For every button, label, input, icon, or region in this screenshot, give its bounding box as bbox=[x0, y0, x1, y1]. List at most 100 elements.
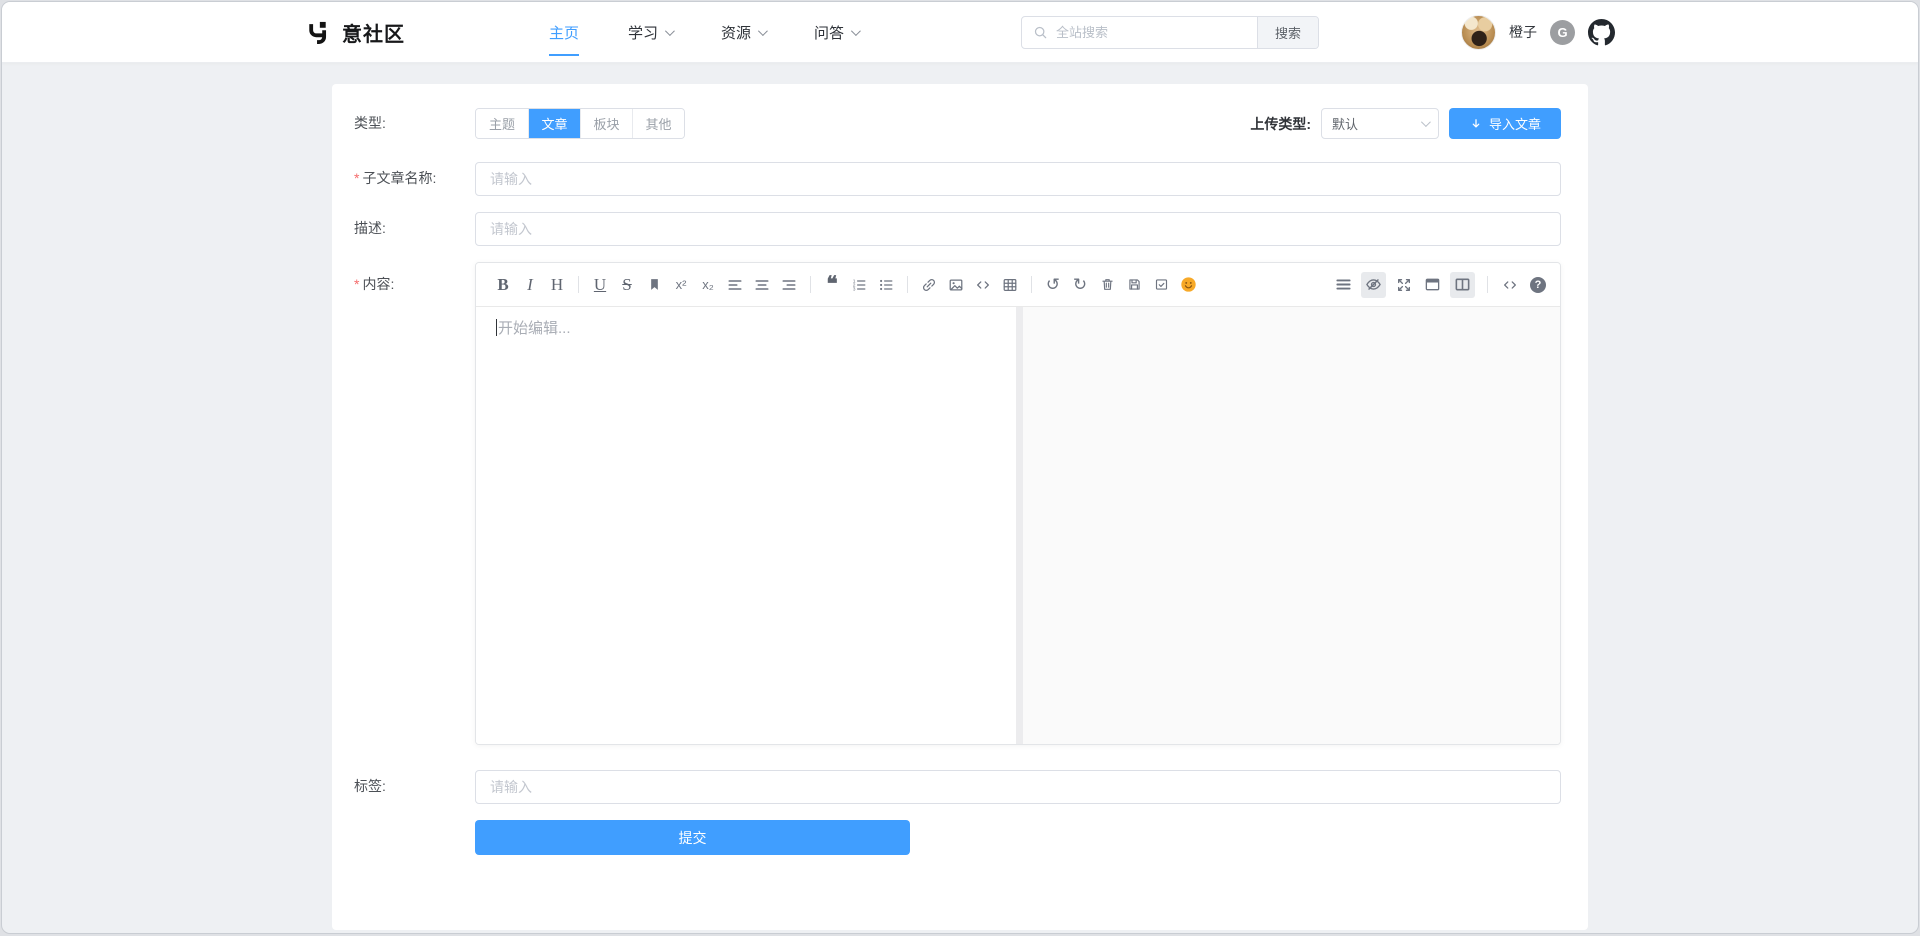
download-icon bbox=[1469, 117, 1483, 131]
description-row: 描述: bbox=[354, 212, 1561, 246]
editor-input-pane[interactable]: 开始编辑... bbox=[476, 307, 1016, 744]
type-label: 类型: bbox=[354, 107, 475, 140]
nav-item-learn[interactable]: 学习 bbox=[628, 2, 672, 62]
ordered-list-icon[interactable]: 123 bbox=[849, 272, 869, 298]
fullscreen-icon[interactable] bbox=[1394, 272, 1414, 298]
type-row: 类型: 主题 文章 板块 其他 上传类型: 默认 导入文章 bbox=[354, 107, 1561, 140]
svg-text:3: 3 bbox=[853, 286, 856, 292]
underline-icon[interactable]: U bbox=[590, 272, 610, 298]
toolbar-divider bbox=[907, 276, 908, 293]
delete-icon[interactable] bbox=[1097, 272, 1117, 298]
github-icon[interactable] bbox=[1588, 19, 1615, 46]
upload-type-value: 默认 bbox=[1332, 114, 1358, 133]
undo-icon[interactable]: ↺ bbox=[1043, 272, 1063, 298]
brand-logo-icon bbox=[305, 19, 332, 46]
nav-item-label: 主页 bbox=[549, 22, 579, 43]
split-view-icon[interactable] bbox=[1450, 272, 1475, 298]
toolbar-divider bbox=[810, 276, 811, 293]
chevron-down-icon bbox=[665, 26, 675, 36]
sub-article-label: *子文章名称: bbox=[354, 162, 475, 196]
nav-item-label: 问答 bbox=[814, 22, 844, 43]
content-row: *内容: B I H U S x² x₂ bbox=[354, 262, 1561, 745]
search-icon bbox=[1022, 17, 1048, 48]
submit-button[interactable]: 提交 bbox=[475, 820, 910, 855]
subscript-icon[interactable]: x₂ bbox=[698, 272, 718, 298]
type-option-board[interactable]: 板块 bbox=[580, 109, 632, 138]
type-option-topic[interactable]: 主题 bbox=[476, 109, 528, 138]
pane-divider[interactable] bbox=[1016, 307, 1023, 744]
nav-item-qa[interactable]: 问答 bbox=[814, 2, 858, 62]
tags-row: 标签: bbox=[354, 770, 1561, 804]
chevron-down-icon bbox=[1421, 117, 1431, 127]
editor-toolbar: B I H U S x² x₂ ❝ 123 bbox=[476, 263, 1560, 307]
link-icon[interactable] bbox=[919, 272, 939, 298]
code-block-icon[interactable] bbox=[973, 272, 993, 298]
chevron-down-icon bbox=[758, 26, 768, 36]
editor-preview-pane bbox=[1023, 307, 1560, 744]
type-segmented-control: 主题 文章 板块 其他 bbox=[475, 108, 685, 139]
bookmark-icon[interactable] bbox=[644, 272, 664, 298]
nav-item-home[interactable]: 主页 bbox=[549, 2, 579, 62]
image-icon[interactable] bbox=[946, 272, 966, 298]
gitee-icon[interactable] bbox=[1550, 20, 1575, 45]
upload-type-select[interactable]: 默认 bbox=[1321, 108, 1439, 139]
browser-viewport: 意社区 主页 学习 资源 问答 bbox=[1, 1, 1919, 934]
type-option-article[interactable]: 文章 bbox=[528, 109, 580, 138]
save-icon[interactable] bbox=[1124, 272, 1144, 298]
preview-only-icon[interactable] bbox=[1422, 272, 1442, 298]
emoji-icon[interactable] bbox=[1178, 272, 1198, 298]
description-input[interactable] bbox=[475, 212, 1561, 246]
description-label: 描述: bbox=[354, 212, 475, 246]
align-right-icon[interactable] bbox=[779, 272, 799, 298]
main-nav: 主页 学习 资源 问答 bbox=[549, 2, 858, 62]
help-icon[interactable]: ? bbox=[1528, 272, 1548, 298]
editor-panes: 开始编辑... bbox=[476, 307, 1560, 744]
import-article-button[interactable]: 导入文章 bbox=[1449, 108, 1561, 139]
upload-type-label: 上传类型: bbox=[1250, 114, 1311, 134]
markdown-editor: B I H U S x² x₂ ❝ 123 bbox=[475, 262, 1561, 745]
chevron-down-icon bbox=[851, 26, 861, 36]
brand[interactable]: 意社区 bbox=[305, 18, 405, 47]
upload-cluster: 上传类型: 默认 导入文章 bbox=[1250, 108, 1561, 139]
bold-icon[interactable]: B bbox=[493, 272, 513, 298]
navbar: 意社区 主页 学习 资源 问答 bbox=[2, 2, 1918, 63]
sub-article-input[interactable] bbox=[475, 162, 1561, 196]
text-caret bbox=[496, 319, 497, 336]
italic-icon[interactable]: I bbox=[520, 272, 540, 298]
redo-icon[interactable]: ↻ bbox=[1070, 272, 1090, 298]
toolbar-divider bbox=[578, 276, 579, 293]
editor-placeholder: 开始编辑... bbox=[498, 320, 571, 337]
toolbar-divider bbox=[1487, 276, 1488, 293]
username: 橙子 bbox=[1509, 22, 1537, 42]
strikethrough-icon[interactable]: S bbox=[617, 272, 637, 298]
submit-row: 提交 bbox=[354, 820, 1561, 855]
avatar[interactable] bbox=[1461, 15, 1496, 50]
superscript-icon[interactable]: x² bbox=[671, 272, 691, 298]
blockquote-icon[interactable]: ❝ bbox=[822, 272, 842, 298]
heading-icon[interactable]: H bbox=[547, 272, 567, 298]
nav-item-resources[interactable]: 资源 bbox=[721, 2, 765, 62]
content-label: *内容: bbox=[354, 262, 475, 745]
align-center-icon[interactable] bbox=[752, 272, 772, 298]
tags-input[interactable] bbox=[475, 770, 1561, 804]
search-input[interactable] bbox=[1048, 17, 1257, 48]
source-code-icon[interactable] bbox=[1500, 272, 1520, 298]
check-box-icon[interactable] bbox=[1151, 272, 1171, 298]
required-mark: * bbox=[354, 170, 359, 186]
unordered-list-icon[interactable] bbox=[876, 272, 896, 298]
nav-item-label: 学习 bbox=[628, 22, 658, 43]
page-body: 类型: 主题 文章 板块 其他 上传类型: 默认 导入文章 bbox=[2, 63, 1918, 934]
user-cluster: 橙子 bbox=[1461, 15, 1615, 50]
table-icon[interactable] bbox=[1000, 272, 1020, 298]
search-button[interactable]: 搜索 bbox=[1257, 17, 1318, 48]
import-article-label: 导入文章 bbox=[1489, 114, 1541, 133]
required-mark: * bbox=[354, 276, 359, 292]
sub-article-row: *子文章名称: bbox=[354, 162, 1561, 196]
align-left-icon[interactable] bbox=[725, 272, 745, 298]
submit-spacer bbox=[354, 820, 475, 855]
outline-icon[interactable] bbox=[1333, 272, 1353, 298]
preview-toggle-icon[interactable] bbox=[1361, 272, 1386, 298]
nav-item-label: 资源 bbox=[721, 22, 751, 43]
type-option-other[interactable]: 其他 bbox=[632, 109, 684, 138]
publish-form-card: 类型: 主题 文章 板块 其他 上传类型: 默认 导入文章 bbox=[332, 84, 1588, 930]
